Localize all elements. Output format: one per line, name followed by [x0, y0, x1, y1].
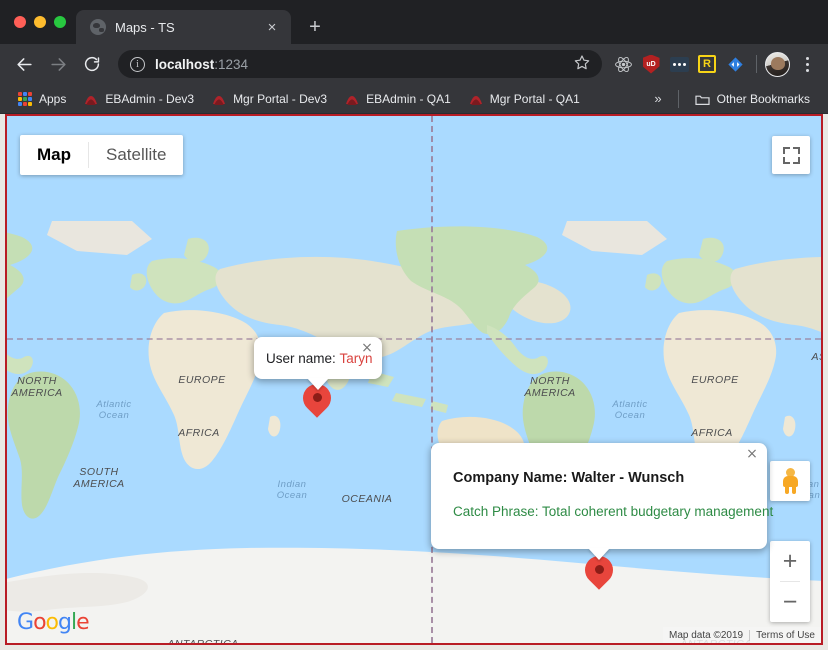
kebab-menu-icon[interactable]: [794, 56, 820, 72]
bookmark-label: Apps: [39, 91, 67, 106]
page-viewport: NORTH AMERICA SOUTH AMERICA EUROPE AFRIC…: [0, 114, 828, 650]
close-window-button[interactable]: [14, 16, 26, 28]
user-info-window[interactable]: × User name: Taryn: [254, 337, 382, 390]
bookmark-label: EBAdmin - QA1: [366, 91, 451, 106]
bookmark-label: Mgr Portal - Dev3: [233, 91, 328, 106]
url-text: localhost:1234: [155, 57, 248, 72]
minimize-window-button[interactable]: [34, 16, 46, 28]
bookmarks-divider: [677, 89, 679, 108]
world-landmasses: [7, 221, 821, 643]
site-favicon: [345, 93, 359, 105]
globe-icon: [90, 19, 106, 35]
avatar[interactable]: [765, 51, 790, 77]
site-favicon: [212, 93, 226, 105]
zoom-controls: + −: [770, 541, 810, 622]
other-bookmarks-folder[interactable]: Other Bookmarks: [687, 89, 818, 109]
address-bar[interactable]: i localhost:1234: [118, 50, 602, 78]
bookmark-mgr-portal-qa1[interactable]: Mgr Portal - QA1: [461, 89, 588, 109]
tab-title: Maps - TS: [115, 19, 175, 35]
close-icon[interactable]: ×: [359, 340, 375, 356]
catch-phrase-text: Catch Phrase: Total coherent budgetary m…: [453, 504, 774, 519]
url-port: :1234: [214, 56, 249, 72]
map-type-map-button[interactable]: Map: [20, 135, 88, 175]
map-type-control: Map Satellite: [20, 135, 184, 175]
close-icon[interactable]: ×: [261, 16, 283, 38]
bookmark-ebadmin-dev3[interactable]: EBAdmin - Dev3: [76, 89, 202, 109]
antimeridian-line: [431, 116, 433, 643]
folder-icon: [695, 93, 710, 105]
map-data-text: Map data ©2019: [669, 629, 744, 641]
maximize-window-button[interactable]: [54, 16, 66, 28]
info-window-tail: [307, 378, 329, 390]
ublock-shield-label: uD: [642, 54, 660, 74]
pegman-icon: [782, 468, 799, 494]
tab-strip: Maps - TS × +: [0, 0, 828, 44]
user-info-text: User name: Taryn: [266, 351, 373, 366]
tab-maps[interactable]: Maps - TS ×: [76, 10, 291, 44]
user-marker[interactable]: [297, 378, 337, 424]
google-map[interactable]: NORTH AMERICA SOUTH AMERICA EUROPE AFRIC…: [5, 114, 823, 645]
browser-toolbar: i localhost:1234 uD R: [0, 44, 828, 84]
new-tab-button[interactable]: +: [301, 13, 329, 41]
bookmark-label: EBAdmin - Dev3: [105, 91, 195, 106]
bookmark-ebadmin-qa1[interactable]: EBAdmin - QA1: [337, 89, 459, 109]
url-host: localhost: [155, 56, 215, 72]
info-window-tail: [588, 548, 610, 560]
user-info-label: User name:: [266, 350, 336, 366]
equator-line: [7, 338, 821, 340]
toolbar-divider: [756, 55, 757, 73]
bookmarks-overflow-button[interactable]: »: [646, 91, 669, 106]
reload-icon[interactable]: [76, 48, 108, 80]
diamond-extension-icon[interactable]: [722, 51, 748, 77]
browser-window: Maps - TS × + i localhost:1234 uD R Apps…: [0, 0, 828, 650]
map-pin-hole: [594, 565, 604, 574]
window-traffic-lights: [10, 0, 76, 44]
bookmark-mgr-portal-dev3[interactable]: Mgr Portal - Dev3: [204, 89, 335, 109]
google-logo: Google: [17, 610, 90, 635]
zoom-in-button[interactable]: +: [770, 541, 810, 581]
terms-of-use-link[interactable]: Terms of Use: [750, 630, 821, 641]
redux-extension-icon[interactable]: R: [694, 51, 720, 77]
ublock-origin-icon[interactable]: uD: [638, 51, 664, 77]
bookmark-apps[interactable]: Apps: [10, 89, 74, 109]
bookmarks-bar: Apps EBAdmin - Dev3 Mgr Portal - Dev3 EB…: [0, 84, 828, 114]
site-favicon: [469, 93, 483, 105]
react-devtools-icon[interactable]: [610, 51, 636, 77]
street-view-pegman-button[interactable]: [770, 461, 810, 501]
map-type-satellite-button[interactable]: Satellite: [89, 135, 183, 175]
company-info-window[interactable]: × Company Name: Walter - Wunsch Catch Ph…: [431, 443, 774, 560]
company-marker[interactable]: [579, 550, 619, 596]
company-name-text: Company Name: Walter - Wunsch: [453, 470, 685, 486]
forward-arrow-icon[interactable]: [42, 48, 74, 80]
map-canvas[interactable]: NORTH AMERICA SOUTH AMERICA EUROPE AFRIC…: [7, 116, 821, 643]
bookmark-label: Mgr Portal - QA1: [489, 91, 580, 106]
redux-letter: R: [698, 55, 716, 73]
map-pin-hole: [312, 393, 322, 402]
site-info-icon[interactable]: i: [130, 56, 145, 72]
fullscreen-button[interactable]: [772, 136, 810, 174]
zoom-out-button[interactable]: −: [770, 582, 810, 622]
close-icon[interactable]: ×: [744, 446, 760, 462]
other-bookmarks-label: Other Bookmarks: [716, 91, 810, 106]
map-attribution: Map data ©2019 Terms of Use: [663, 627, 821, 643]
dots-extension-icon[interactable]: [666, 51, 692, 77]
back-arrow-icon[interactable]: [8, 48, 40, 80]
bookmark-star-icon[interactable]: [574, 54, 590, 75]
apps-grid-icon: [18, 91, 32, 106]
site-favicon: [84, 93, 98, 105]
fullscreen-icon: [782, 146, 800, 164]
